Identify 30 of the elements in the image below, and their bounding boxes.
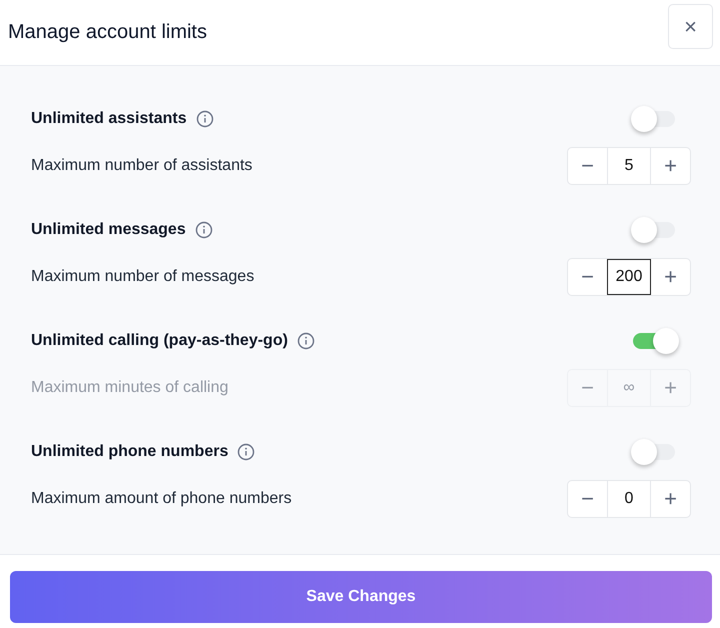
decrement-button[interactable]: − bbox=[568, 259, 607, 295]
toggle-switch[interactable] bbox=[633, 439, 675, 465]
decrement-button[interactable]: − bbox=[568, 148, 607, 184]
number-input[interactable]: 0 bbox=[607, 481, 651, 517]
setting-label: Unlimited calling (pay-as-they-go) bbox=[31, 332, 288, 350]
number-stepper[interactable]: − 200 + bbox=[567, 258, 691, 296]
close-button[interactable]: × bbox=[668, 4, 713, 49]
field-label: Maximum minutes of calling bbox=[31, 379, 228, 397]
setting-label: Unlimited messages bbox=[31, 221, 186, 239]
info-icon[interactable] bbox=[196, 110, 214, 128]
toggle-switch[interactable] bbox=[633, 106, 675, 132]
number-stepper[interactable]: − 0 + bbox=[567, 480, 691, 518]
field-label: Maximum number of assistants bbox=[31, 157, 252, 175]
number-stepper[interactable]: − 5 + bbox=[567, 147, 691, 185]
info-icon[interactable] bbox=[194, 221, 213, 239]
info-icon[interactable] bbox=[237, 443, 256, 461]
dialog-title: Manage account limits bbox=[8, 21, 207, 44]
save-button[interactable]: Save Changes bbox=[10, 571, 712, 623]
setting-label: Unlimited phone numbers bbox=[31, 443, 228, 461]
number-input[interactable]: 200 bbox=[607, 259, 651, 295]
increment-button[interactable]: + bbox=[651, 148, 690, 184]
increment-button[interactable]: + bbox=[651, 481, 690, 517]
field-label: Maximum amount of phone numbers bbox=[31, 490, 292, 508]
setting-label: Unlimited assistants bbox=[31, 110, 187, 128]
decrement-button[interactable]: − bbox=[568, 481, 607, 517]
info-icon[interactable] bbox=[296, 332, 315, 350]
increment-button[interactable]: + bbox=[651, 259, 690, 295]
number-input[interactable]: 5 bbox=[607, 148, 651, 184]
toggle-switch[interactable] bbox=[633, 217, 675, 243]
field-label: Maximum number of messages bbox=[31, 268, 254, 286]
